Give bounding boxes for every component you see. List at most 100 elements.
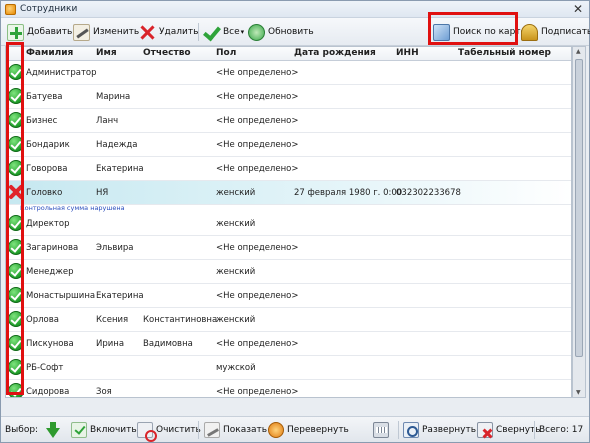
all-label: Все xyxy=(223,27,240,37)
keyboard-button[interactable] xyxy=(373,421,392,439)
column-header[interactable]: Дата рождения xyxy=(294,48,376,58)
cell-first: Эльвира xyxy=(96,243,134,253)
edit-label: Изменить xyxy=(93,27,140,37)
close-button[interactable]: ✕ xyxy=(573,2,583,16)
scroll-thumb[interactable] xyxy=(575,59,583,357)
cell-gender: <Не определено> xyxy=(216,92,299,102)
all-dropdown[interactable]: Все ▾ xyxy=(203,22,244,42)
show-button[interactable]: Показать xyxy=(204,421,267,439)
keys-icon xyxy=(521,23,538,41)
table-row[interactable]: Батуева Марина <Не определено> xyxy=(6,85,571,109)
flip-icon xyxy=(268,422,284,438)
cell-last: РБ-Софт xyxy=(26,363,64,373)
select-label: Выбор: xyxy=(5,421,38,439)
cell-gender: <Не определено> xyxy=(216,140,299,150)
table-row[interactable]: Сидорова Зоя <Не определено> xyxy=(6,380,571,397)
cell-gender: женский xyxy=(216,315,256,325)
show-icon xyxy=(204,422,220,438)
check-all-icon xyxy=(203,24,220,41)
cell-last: Бизнес xyxy=(26,116,58,126)
delete-button[interactable]: Удалить xyxy=(139,22,198,42)
cell-last: Администратор xyxy=(26,68,97,78)
table-row[interactable]: Менеджер женский xyxy=(6,260,571,284)
edit-icon xyxy=(73,23,90,41)
delete-icon xyxy=(139,24,156,41)
table-row[interactable]: Пискунова Ирина Вадимовна <Не определено> xyxy=(6,332,571,356)
column-header[interactable]: Отчество xyxy=(143,48,191,58)
cell-gender: <Не определено> xyxy=(216,339,299,349)
cell-first: Ланч xyxy=(96,116,119,126)
cell-gender: женский xyxy=(216,267,256,277)
include-icon xyxy=(71,422,87,438)
cell-gender: женский xyxy=(216,188,256,198)
clear-label: Очистить xyxy=(156,425,201,435)
cell-last: Сидорова xyxy=(26,387,70,397)
expand-label: Развернуть xyxy=(422,425,477,435)
sign-button[interactable]: Подписать xyxy=(521,22,590,42)
edit-button[interactable]: Изменить xyxy=(73,22,139,42)
app-icon xyxy=(5,3,16,15)
scroll-up-icon[interactable]: ▲ xyxy=(576,48,581,55)
refresh-button[interactable]: Обновить xyxy=(248,22,314,42)
window-title: Сотрудники xyxy=(20,4,78,14)
table-row[interactable]: Администратор <Не определено> xyxy=(6,61,571,85)
cell-last: Головко xyxy=(26,188,63,198)
show-label: Показать xyxy=(223,425,268,435)
clear-icon xyxy=(137,422,157,442)
clear-button[interactable]: Очистить xyxy=(137,421,201,442)
move-down-button[interactable] xyxy=(45,421,64,439)
cell-gender: мужской xyxy=(216,363,256,373)
cell-first: Екатерина xyxy=(96,164,144,174)
table-row[interactable]: Бизнес Ланч <Не определено> xyxy=(6,109,571,133)
collapse-button[interactable]: Свернуть xyxy=(477,421,541,439)
total-count: Всего: 17 xyxy=(539,421,583,439)
collapse-icon xyxy=(477,422,493,438)
table-row[interactable]: Директор женский xyxy=(6,212,571,236)
bottom-separator xyxy=(398,421,399,439)
expand-button[interactable]: Развернуть xyxy=(403,421,476,439)
cell-gender: женский xyxy=(216,219,256,229)
column-header[interactable]: Фамилия xyxy=(26,48,73,58)
table-row[interactable]: Орлова Ксения Константиновна женский xyxy=(6,308,571,332)
cell-last: Орлова xyxy=(26,315,59,325)
column-header[interactable]: ИНН xyxy=(396,48,419,58)
cell-last: Загаринова xyxy=(26,243,79,253)
table-row[interactable]: Говорова Екатерина <Не определено> xyxy=(6,157,571,181)
employees-window: Сотрудники ✕ Добавить Изменить Удалить В… xyxy=(0,0,590,443)
refresh-label: Обновить xyxy=(268,27,314,37)
map-search-highlight xyxy=(428,12,518,45)
status-column-highlight xyxy=(6,42,24,395)
cell-gender: <Не определено> xyxy=(216,387,299,397)
table-row[interactable]: РБ-Софт мужской xyxy=(6,356,571,380)
add-icon xyxy=(7,23,24,41)
cell-first: НЯ xyxy=(96,188,109,198)
cell-inn: 032302233678 xyxy=(396,188,461,198)
table-row[interactable]: Головко НЯ женский 27 февраля 1980 г. 0:00 0… xyxy=(6,181,571,205)
cell-first: Екатерина xyxy=(96,291,144,301)
cell-first: Зоя xyxy=(96,387,112,397)
cell-gender: <Не определено> xyxy=(216,68,299,78)
cell-gender: <Не определено> xyxy=(216,164,299,174)
cell-first: Ирина xyxy=(96,339,125,349)
cell-last: Монастыршина xyxy=(26,291,96,301)
table-row[interactable]: Загаринова Эльвира <Не определено> xyxy=(6,236,571,260)
column-header[interactable]: Пол xyxy=(216,48,236,58)
cell-gender: <Не определено> xyxy=(216,243,299,253)
include-button[interactable]: Включить xyxy=(71,421,137,439)
add-button[interactable]: Добавить xyxy=(7,22,72,42)
cell-last: Директор xyxy=(26,219,70,229)
delete-label: Удалить xyxy=(159,27,199,37)
keyboard-icon xyxy=(373,422,389,438)
cell-last: Батуева xyxy=(26,92,63,102)
vertical-scrollbar[interactable]: ▲ ▼ xyxy=(572,46,586,398)
table-row[interactable]: Монастыршина Екатерина <Не определено> xyxy=(6,284,571,308)
cell-last: Менеджер xyxy=(26,267,74,277)
table-row[interactable]: Бондарик Надежда <Не определено> xyxy=(6,133,571,157)
cell-first: Надежда xyxy=(96,140,138,150)
cell-gender: <Не определено> xyxy=(216,291,299,301)
scroll-down-icon[interactable]: ▼ xyxy=(576,389,581,396)
row-warning-note: Контрольная сумма нарушена xyxy=(20,204,125,212)
column-header[interactable]: Табельный номер xyxy=(458,48,551,58)
flip-button[interactable]: Перевернуть xyxy=(268,421,349,439)
column-header[interactable]: Имя xyxy=(96,48,117,58)
